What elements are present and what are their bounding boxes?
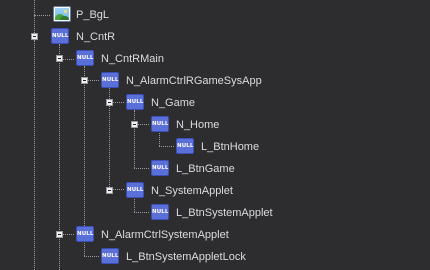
null-icon: NULL — [151, 204, 169, 220]
tree-item-n-home[interactable]: NULL N_Home — [0, 114, 430, 136]
null-icon: NULL — [76, 226, 94, 242]
null-icon: NULL — [151, 160, 169, 176]
null-icon: NULL — [126, 182, 144, 198]
tree-item-label: N_AlarmCtrlRGameSysApp — [126, 75, 262, 87]
collapse-toggle[interactable] — [106, 187, 113, 194]
tree-item-label: L_BtnSystemAppletLock — [126, 251, 246, 263]
collapse-toggle[interactable] — [81, 77, 88, 84]
tree-item-n-cntrmain[interactable]: NULL N_CntRMain — [0, 48, 430, 70]
tree-item-label: N_SystemApplet — [151, 185, 233, 197]
tree-item-l-btnsystemappletlock[interactable]: NULL L_BtnSystemAppletLock — [0, 246, 430, 268]
null-icon: NULL — [126, 94, 144, 110]
tree-item-n-systemapplet[interactable]: NULL N_SystemApplet — [0, 180, 430, 202]
tree-item-l-btnhome[interactable]: NULL L_BtnHome — [0, 136, 430, 158]
tree-item-l-btngame[interactable]: NULL L_BtnGame — [0, 158, 430, 180]
null-icon: NULL — [51, 28, 69, 44]
tree-item-label: N_Game — [151, 97, 196, 109]
tree-item-label: N_Home — [176, 119, 220, 131]
tree-item-label: N_AlarmCtrlSystemApplet — [101, 229, 229, 241]
null-icon: NULL — [151, 116, 169, 132]
tree-item-label: N_CntR — [76, 31, 116, 43]
tree-item-n-game[interactable]: NULL N_Game — [0, 92, 430, 114]
tree-item-label: L_BtnGame — [176, 163, 235, 175]
tree-item-n-alarmctrlrgamesysapp[interactable]: NULL N_AlarmCtrlRGameSysApp — [0, 70, 430, 92]
tree-item-label: N_CntRMain — [101, 53, 164, 65]
collapse-toggle[interactable] — [56, 231, 63, 238]
collapse-toggle[interactable] — [106, 99, 113, 106]
tree-item-label: L_BtnSystemApplet — [176, 207, 273, 219]
hierarchy-tree: P_BgL NULL N_CntR NULL N_CntRMain NULL N… — [0, 0, 430, 270]
tree-item-l-btnsystemapplet[interactable]: NULL L_BtnSystemApplet — [0, 202, 430, 224]
null-icon: NULL — [176, 138, 194, 154]
image-icon — [53, 6, 71, 22]
tree-item-label: L_BtnHome — [201, 141, 260, 153]
collapse-toggle[interactable] — [131, 121, 138, 128]
null-icon: NULL — [101, 72, 119, 88]
tree-item-n-alarmctrlsystemapplet[interactable]: NULL N_AlarmCtrlSystemApplet — [0, 224, 430, 246]
collapse-toggle[interactable] — [56, 55, 63, 62]
null-icon: NULL — [101, 248, 119, 264]
tree-item-label: P_BgL — [76, 9, 110, 21]
null-icon: NULL — [76, 50, 94, 66]
tree-item-n-cntr[interactable]: NULL N_CntR — [0, 26, 430, 48]
collapse-toggle[interactable] — [31, 33, 38, 40]
tree-item-p-bgl[interactable]: P_BgL — [0, 4, 430, 26]
